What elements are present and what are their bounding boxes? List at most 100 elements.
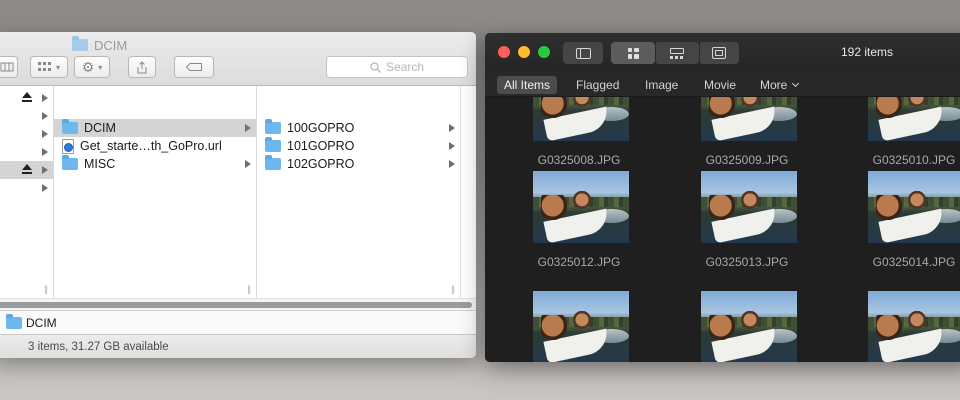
photo-thumbnail[interactable] [533,291,629,362]
folder-icon [265,137,281,152]
share-button[interactable] [128,56,156,78]
chevron-down-icon: ▾ [55,62,60,72]
filter-flagged[interactable]: Flagged [569,76,626,94]
list-item[interactable] [0,161,53,179]
tags-button[interactable] [174,56,214,78]
list-item-label: 100GOPRO [287,121,355,135]
window-title: DCIM [72,36,127,54]
list-item-label: 102GOPRO [287,157,355,171]
folder-icon [62,155,78,170]
filter-image[interactable]: Image [638,76,685,94]
grid-arrange-icon [37,62,51,71]
column-devices: || [0,86,54,298]
chevron-right-icon [245,124,251,132]
chevron-right-icon [449,124,455,132]
close-button[interactable] [498,46,510,58]
grid-icon [627,47,639,59]
filter-bar: All Items Flagged Image Movie More [485,71,960,97]
path-bar: DCIM [0,310,476,334]
photo-filename: G0325013.JPG [705,255,789,269]
column-empty [461,86,476,298]
window-title-label: DCIM [94,37,128,53]
list-item[interactable] [0,89,53,107]
list-item-label: DCIM [84,121,116,135]
eject-icon[interactable] [22,92,32,103]
filter-label: More [760,78,788,92]
list-item[interactable] [0,125,53,143]
arrange-button[interactable]: ▾ [30,56,68,78]
list-item-dcim[interactable]: DCIM [54,119,256,137]
chevron-right-icon [449,142,455,150]
filmstrip-icon [670,47,684,59]
tag-icon [186,63,202,71]
list-item-misc[interactable]: MISC [54,155,256,173]
photo-browser-window: 192 items All Items Flagged Image Movie … [485,33,960,362]
finder-window: DCIM ▾ ⚙ ▾ Search || DCIM Get_starte…th_… [0,32,476,358]
chevron-down-icon: ▾ [98,62,103,72]
photo-thumbnail[interactable] [701,291,797,362]
filter-more[interactable]: More [753,76,805,94]
list-item[interactable] [0,107,53,125]
list-item[interactable] [0,179,53,197]
chevron-right-icon [42,166,48,174]
gear-icon: ⚙ [81,59,95,75]
segment-divider [655,42,656,64]
single-image-icon [712,47,726,59]
column-resize-handle[interactable]: || [451,284,455,294]
photo-thumbnail[interactable] [868,291,960,362]
chevron-right-icon [42,112,48,120]
filter-label: Movie [704,78,737,92]
list-item-url-file[interactable]: Get_starte…th_GoPro.url [54,137,256,155]
single-view-button[interactable] [699,42,739,64]
photo-filename: G0325009.JPG [705,153,789,167]
chevron-right-icon [42,94,48,102]
action-button[interactable]: ⚙ ▾ [74,56,110,78]
list-item-100gopro[interactable]: 100GOPRO [257,119,460,137]
segment-divider [699,42,700,64]
folder-icon [72,36,88,51]
list-item-label: MISC [84,157,116,171]
sidebar-icon [575,47,591,59]
folder-icon [265,119,281,134]
photo-thumbnail[interactable] [868,97,960,141]
photo-filename: G0325012.JPG [537,255,621,269]
chevron-right-icon [42,184,48,192]
photo-thumbnail[interactable] [868,171,960,243]
column-resize-handle[interactable]: || [247,284,251,294]
zoom-button[interactable] [538,46,550,58]
search-icon [370,61,381,73]
list-item-101gopro[interactable]: 101GOPRO [257,137,460,155]
minimize-button[interactable] [518,46,530,58]
scrollbar-thumb[interactable] [0,302,472,308]
list-item[interactable] [0,143,53,161]
filter-label: All Items [504,78,551,92]
search-field[interactable]: Search [326,56,468,78]
chevron-down-icon [792,79,800,88]
photo-thumbnail[interactable] [533,97,629,141]
list-item-102gopro[interactable]: 102GOPRO [257,155,460,173]
photo-filename: G0325014.JPG [872,255,956,269]
photo-thumbnail[interactable] [701,171,797,243]
status-text: 3 items, 31.27 GB available [28,340,169,353]
eject-icon[interactable] [22,164,32,175]
grid-view-button[interactable] [611,42,655,64]
path-bar-item[interactable]: DCIM [26,316,57,330]
filter-all-items[interactable]: All Items [497,76,558,94]
horizontal-scrollbar[interactable] [0,298,476,310]
view-toggle-button[interactable] [0,56,18,78]
list-item-label: 101GOPRO [287,139,355,153]
photo-thumbnail[interactable] [701,97,797,141]
filmstrip-view-button[interactable] [655,42,699,64]
list-item-label: Get_starte…th_GoPro.url [80,139,222,153]
photo-thumbnail[interactable] [533,171,629,243]
chevron-right-icon [245,160,251,168]
status-bar: 3 items, 31.27 GB available [0,334,476,358]
photo-filename: G0325010.JPG [872,153,956,167]
column-resize-handle[interactable]: || [44,284,48,294]
column-card-root: DCIM Get_starte…th_GoPro.url MISC || [54,86,257,298]
photo-filename: G0325008.JPG [537,153,621,167]
filter-movie[interactable]: Movie [697,76,743,94]
folder-icon [6,313,22,329]
sidebar-toggle-button[interactable] [563,42,603,64]
column-browser: || DCIM Get_starte…th_GoPro.url MISC || [0,86,476,298]
